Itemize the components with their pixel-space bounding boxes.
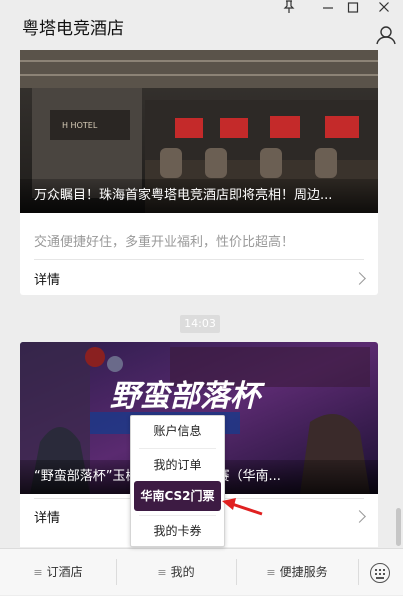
timestamp: 14:03 — [180, 315, 220, 333]
chat-title: 粤塔电竞酒店 — [22, 19, 124, 39]
menu-book-hotel[interactable]: ≡ 订酒店 — [0, 549, 116, 595]
details-link[interactable]: 详情 — [34, 269, 60, 288]
menu-label: 便捷服务 — [279, 565, 328, 579]
menu-item-account-info[interactable]: 账户信息 — [131, 416, 224, 446]
maximize-icon[interactable] — [341, 0, 365, 16]
article-card-hotel[interactable]: H HOTEL 万众瞩目！珠海首家粤塔电竞酒店即将亮相！周边... 交通便捷好住… — [20, 50, 378, 295]
profile-icon[interactable] — [375, 25, 397, 45]
chevron-right-icon — [353, 510, 366, 523]
menu-mine[interactable]: ≡ 我的 — [116, 549, 236, 595]
menu-item-my-orders[interactable]: 我的订单 — [131, 450, 224, 480]
hotel-sign: H HOTEL — [62, 121, 98, 130]
scrollbar[interactable] — [396, 508, 401, 546]
menu-item-cs2-tickets[interactable]: 华南CS2门票 — [134, 481, 221, 511]
menu-lines-icon: ≡ — [157, 566, 167, 579]
article-headline: 万众瞩目！珠海首家粤塔电竞酒店即将亮相！周边... — [20, 179, 378, 213]
menu-services[interactable]: ≡ 便捷服务 — [236, 549, 358, 595]
divider — [139, 448, 216, 449]
red-arrow-icon — [220, 496, 264, 522]
keyboard-icon[interactable] — [370, 563, 390, 583]
popup-pointer — [172, 538, 184, 545]
divider — [358, 559, 359, 585]
minimize-icon[interactable] — [316, 0, 340, 16]
article-description: 交通便捷好住，多重开业福利，性价比超高！ — [34, 235, 295, 250]
chevron-right-icon — [353, 272, 366, 285]
menu-lines-icon: ≡ — [33, 566, 43, 579]
title-bar: 粤塔电竞酒店 — [0, 0, 403, 50]
menu-label: 我的 — [170, 565, 195, 579]
bottom-menu: ≡ 订酒店 ≡ 我的 ≡ 便捷服务 — [0, 548, 403, 595]
close-icon[interactable] — [372, 0, 396, 16]
menu-label: 订酒店 — [46, 565, 83, 579]
divider — [34, 259, 364, 260]
hotel-lobby-image[interactable]: H HOTEL 万众瞩目！珠海首家粤塔电竞酒店即将亮相！周边... — [20, 50, 378, 213]
details-link[interactable]: 详情 — [34, 507, 60, 526]
menu-lines-icon: ≡ — [266, 566, 276, 579]
poster-headline: 野蛮部落杯 — [110, 379, 266, 414]
submenu-popup: 账户信息 我的订单 华南CS2门票 我的卡券 — [130, 415, 225, 547]
pin-icon[interactable] — [277, 0, 301, 16]
